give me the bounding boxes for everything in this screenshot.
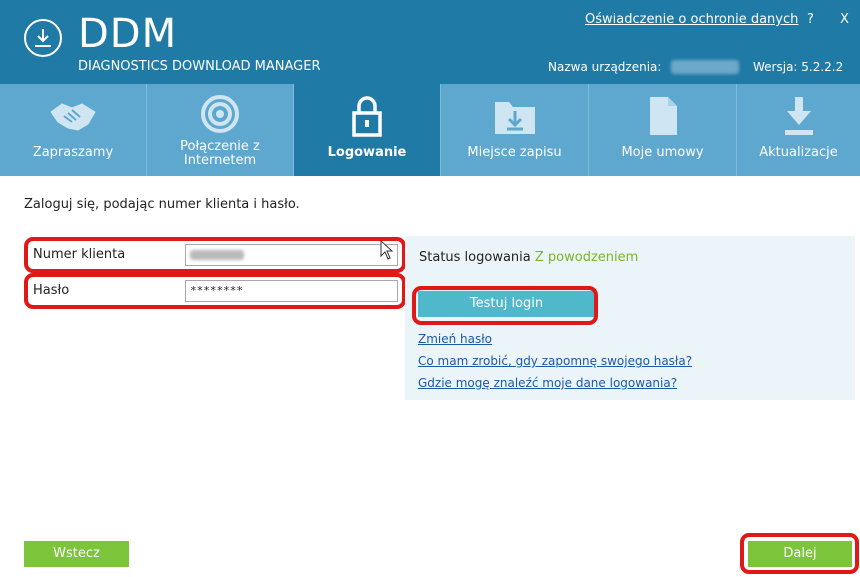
folder-download-icon: [494, 102, 535, 134]
device-name-value-blurred: [671, 60, 739, 74]
privacy-statement-link[interactable]: Oświadczenie o ochronie danych: [585, 12, 798, 27]
tab-login[interactable]: Logowanie: [294, 84, 441, 176]
app-header: DDM DIAGNOSTICS DOWNLOAD MANAGER Oświadc…: [0, 0, 860, 84]
customer-number-label: Numer klienta: [33, 247, 126, 262]
next-button[interactable]: Dalej: [748, 541, 852, 567]
tab-bar: Zapraszamy Połączenie z Internetem Logow…: [0, 84, 860, 176]
close-button[interactable]: X: [840, 12, 849, 27]
app-subtitle: DIAGNOSTICS DOWNLOAD MANAGER: [78, 59, 321, 74]
lock-icon: [352, 96, 382, 137]
tab-label: Moje umowy: [621, 145, 704, 160]
download-logo-icon: [24, 19, 62, 57]
help-button[interactable]: ?: [807, 12, 814, 27]
change-password-link[interactable]: Zmień hasło: [418, 332, 492, 346]
download-icon: [784, 97, 813, 135]
test-login-button[interactable]: Testuj login: [418, 291, 595, 317]
tab-label: Miejsce zapisu: [467, 145, 562, 160]
login-status-panel: Status logowania Z powodzeniem Testuj lo…: [405, 236, 855, 400]
tab-label: Aktualizacje: [759, 145, 838, 160]
document-icon: [649, 97, 677, 135]
login-status-value: Z powodzeniem: [534, 250, 639, 265]
version-label: Wersja: 5.2.2.2: [753, 60, 844, 74]
forgot-password-link[interactable]: Co mam zrobić, gdy zapomnę swojego hasła…: [418, 354, 692, 368]
device-name-label: Nazwa urządzenia:: [548, 60, 662, 74]
tab-label: Połączenie z Internetem: [180, 139, 260, 168]
mouse-cursor-icon: [380, 240, 394, 260]
password-input[interactable]: ********: [185, 280, 398, 302]
tab-label: Zapraszamy: [32, 145, 114, 160]
customer-number-input[interactable]: [185, 244, 398, 266]
login-status-label: Status logowania: [419, 250, 531, 265]
tab-my-contracts[interactable]: Moje umowy: [589, 84, 737, 176]
login-status: Status logowania Z powodzeniem: [419, 250, 638, 265]
tab-updates[interactable]: Aktualizacje: [737, 84, 860, 176]
handshake-icon: [50, 103, 96, 131]
password-label: Hasło: [33, 283, 70, 298]
tab-internet-connection[interactable]: Połączenie z Internetem: [147, 84, 294, 176]
tab-welcome[interactable]: Zapraszamy: [0, 84, 147, 176]
app-title: DDM: [78, 11, 178, 57]
customer-number-value-blurred: [190, 250, 244, 260]
login-instruction: Zaloguj się, podając numer klienta i has…: [24, 197, 300, 212]
tab-label: Logowanie: [327, 145, 407, 160]
back-button[interactable]: Wstecz: [24, 541, 129, 567]
find-login-data-link[interactable]: Gdzie mogę znaleźć moje dane logowania?: [418, 376, 677, 390]
wifi-icon: [201, 95, 239, 133]
ddm-window: DDM DIAGNOSTICS DOWNLOAD MANAGER Oświadc…: [0, 0, 860, 577]
tab-save-location[interactable]: Miejsce zapisu: [441, 84, 589, 176]
